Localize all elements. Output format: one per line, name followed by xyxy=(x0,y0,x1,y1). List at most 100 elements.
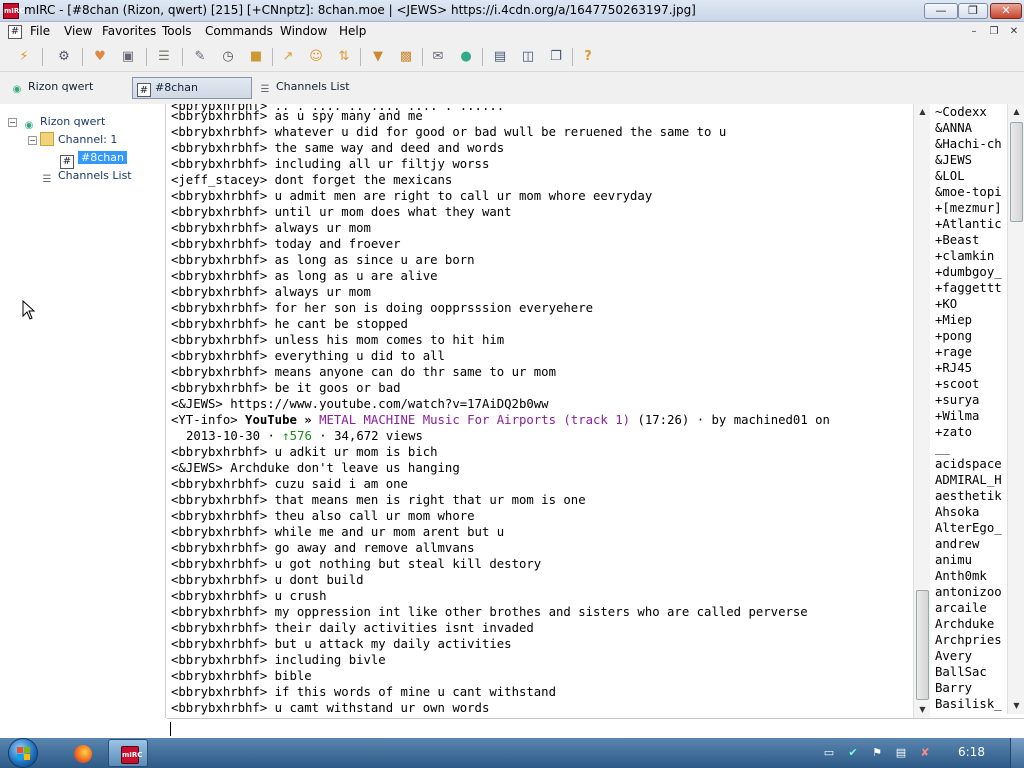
nick-list-item[interactable]: +rage xyxy=(935,344,972,360)
chat-nick[interactable]: <bbrybxhrbhf> xyxy=(171,125,267,139)
tree-item-channels-list[interactable]: ☰ Channels List xyxy=(40,168,132,185)
chat-nick[interactable]: <bbrybxhrbhf> xyxy=(171,605,267,619)
tray-flag-icon[interactable]: ⚑ xyxy=(870,746,884,760)
chat-nick[interactable]: <bbrybxhrbhf> xyxy=(171,349,267,363)
chat-nick[interactable]: <bbrybxhrbhf> xyxy=(171,493,267,507)
nick-list-item[interactable]: &JEWS xyxy=(935,152,972,168)
switchbar-tab-channels-list[interactable]: ☰ Channels List xyxy=(258,77,350,99)
chat-nick[interactable]: <bbrybxhrbhf> xyxy=(171,669,267,683)
received-files-icon[interactable]: ▼ xyxy=(370,49,386,65)
nick-list-item[interactable]: +faggettt xyxy=(935,280,1002,296)
nick-list-item[interactable]: ADMIRAL_H xyxy=(935,472,1002,488)
nick-list-item[interactable]: &ANNA xyxy=(935,120,972,136)
tray-volume-muted-icon[interactable]: ✘ xyxy=(918,746,932,760)
nicklist-scrollbar[interactable]: ▲ ▼ xyxy=(1007,104,1024,714)
chat-nick[interactable]: <bbrybxhrbhf> xyxy=(171,189,267,203)
maximize-button[interactable]: ❐ xyxy=(958,3,988,19)
menu-view[interactable]: View xyxy=(64,24,92,38)
menu-tools[interactable]: Tools xyxy=(162,24,192,38)
nick-list-item[interactable]: antonizoo xyxy=(935,584,1002,600)
chat-nick[interactable]: <bbrybxhrbhf> xyxy=(171,141,267,155)
cascade-icon[interactable]: ❐ xyxy=(548,49,564,65)
options-icon[interactable]: ⚙ xyxy=(56,49,72,65)
chat-nick[interactable]: <bbrybxhrbhf> xyxy=(171,365,267,379)
tree-collapse-icon[interactable]: − xyxy=(28,136,37,145)
tree-item-network[interactable]: ◉ Rizon qwert xyxy=(22,114,106,131)
help-icon[interactable]: ? xyxy=(580,49,596,65)
tree-item-channel-group[interactable]: Channel: 1 xyxy=(40,132,117,148)
chat-nick[interactable]: <jeff_stacey> xyxy=(171,173,267,187)
chat-nick[interactable]: <bbrybxhrbhf> xyxy=(171,317,267,331)
tray-document-icon[interactable]: ▭ xyxy=(822,746,836,760)
nick-list-item[interactable]: Archpries xyxy=(935,632,1002,648)
nick-list-item[interactable]: Ahsoka xyxy=(935,504,979,520)
chat-nick[interactable]: <bbrybxhrbhf> xyxy=(171,205,267,219)
scroll-up-icon[interactable]: ▲ xyxy=(1008,104,1024,120)
nick-list-item[interactable]: Barry xyxy=(935,680,972,696)
nick-list-item[interactable]: +scoot xyxy=(935,376,979,392)
chat-nick[interactable]: <bbrybxhrbhf> xyxy=(171,109,267,123)
tree-item-channel[interactable]: # #8chan xyxy=(60,150,127,169)
nick-list-item[interactable]: aesthetik xyxy=(935,488,1002,504)
nick-list-item[interactable]: Anth0mk xyxy=(935,568,987,584)
nick-list[interactable]: ~Codexx &ANNA &Hachi-ch &JEWS &LOL &moe-topi +… xyxy=(931,104,1007,714)
notify-icon[interactable]: ✉ xyxy=(430,49,446,65)
chat-nick[interactable]: <bbrybxhrbhf> xyxy=(171,541,267,555)
chat-nick[interactable]: <bbrybxhrbhf> xyxy=(171,301,267,315)
chat-nick[interactable]: <bbrybxhrbhf> xyxy=(171,685,267,699)
scroll-up-icon[interactable]: ▲ xyxy=(914,104,931,120)
taskbar-mirc-button[interactable]: mIRC xyxy=(108,739,148,767)
nick-list-item[interactable]: +Beast xyxy=(935,232,979,248)
nick-list-item[interactable]: ~Codexx xyxy=(935,104,987,120)
chat-nick[interactable]: <bbrybxhrbhf> xyxy=(171,637,267,651)
chat-nick[interactable]: <bbrybxhrbhf> xyxy=(171,237,267,251)
tree-collapse-icon[interactable]: − xyxy=(8,118,17,127)
nick-list-item[interactable]: AlterEgo_ xyxy=(935,520,1002,536)
tile-vertical-icon[interactable]: ◫ xyxy=(520,49,536,65)
chat-nick[interactable]: <bbrybxhrbhf> xyxy=(171,525,267,539)
nick-list-item[interactable]: Basilisk_ xyxy=(935,696,1002,712)
nick-list-item[interactable]: Archduke xyxy=(935,616,994,632)
chat-nick[interactable]: <bbrybxhrbhf> xyxy=(171,381,267,395)
show-desktop-button[interactable] xyxy=(1010,738,1024,768)
chat-nick[interactable]: <bbrybxhrbhf> xyxy=(171,157,267,171)
channels-list-icon[interactable]: ☰ xyxy=(156,49,172,65)
menu-commands[interactable]: Commands xyxy=(205,24,273,38)
menu-window[interactable]: Window xyxy=(280,24,327,38)
tile-horizontal-icon[interactable]: ▤ xyxy=(492,49,508,65)
chat-scroll-thumb[interactable] xyxy=(916,590,929,700)
timer-icon[interactable]: ◷ xyxy=(220,49,236,65)
chat-nick[interactable]: <bbrybxhrbhf> xyxy=(171,445,267,459)
mirc-app-icon[interactable]: mIRC xyxy=(3,3,24,19)
chat-nick[interactable]: <bbrybxhrbhf> xyxy=(171,333,267,347)
nick-list-item[interactable]: animu xyxy=(935,552,972,568)
mdi-close-button[interactable]: ✕ xyxy=(1006,25,1022,39)
switchbar-tab-channel[interactable]: # #8chan xyxy=(132,77,252,99)
logs-icon[interactable]: ▩ xyxy=(398,49,414,65)
chat-icon[interactable]: ☺ xyxy=(308,49,324,65)
nick-list-item[interactable]: +Wilma xyxy=(935,408,979,424)
chat-nick[interactable]: <bbrybxhrbhf> xyxy=(171,653,267,667)
taskbar-firefox-button[interactable] xyxy=(64,739,100,767)
nick-list-item[interactable]: &LOL xyxy=(935,168,965,184)
nick-list-item[interactable]: &Hachi-ch xyxy=(935,136,1002,152)
chat-nick[interactable]: <bbrybxhrbhf> xyxy=(171,557,267,571)
nick-list-item[interactable]: +surya xyxy=(935,392,979,408)
start-button[interactable] xyxy=(8,738,38,768)
nick-list-item[interactable]: acidspace xyxy=(935,456,1002,472)
favorites-icon[interactable]: ♥ xyxy=(92,49,108,65)
message-input[interactable] xyxy=(167,718,1024,738)
nick-list-item[interactable]: +Atlantic xyxy=(935,216,1002,232)
connect-icon[interactable]: ⚡ xyxy=(16,49,32,65)
taskbar-clock[interactable]: 6:18 xyxy=(958,745,985,759)
chat-nick[interactable]: <bbrybxhrbhf> xyxy=(171,573,267,587)
chat-nick[interactable]: <bbrybxhrbhf> xyxy=(171,253,267,267)
chat-nick[interactable]: <bbrybxhrbhf> xyxy=(171,285,267,299)
chat-nick[interactable]: <bbrybxhrbhf> xyxy=(171,621,267,635)
minimize-button[interactable]: — xyxy=(924,3,958,19)
chat-nick[interactable]: <bbrybxhrbhf> xyxy=(171,701,267,715)
chat-nick[interactable]: <bbrybxhrbhf> xyxy=(171,589,267,603)
mdi-restore-button[interactable]: ❐ xyxy=(986,25,1002,39)
mdi-channel-icon[interactable]: # xyxy=(8,25,22,39)
nick-list-item[interactable]: +RJ45 xyxy=(935,360,972,376)
